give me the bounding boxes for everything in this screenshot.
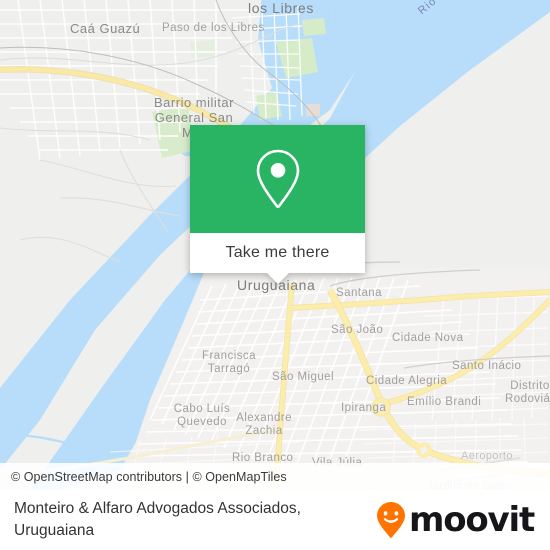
popup-cta-label: Take me there bbox=[225, 244, 330, 261]
map-attribution-text[interactable]: © OpenStreetMap contributors | © OpenMap… bbox=[11, 470, 287, 484]
moovit-pin-icon bbox=[376, 501, 406, 539]
map-canvas[interactable]: Caá Guazú Paso de los Libres los Libres … bbox=[0, 0, 550, 490]
map-pin-icon bbox=[254, 148, 302, 210]
moovit-logo[interactable]: moovit bbox=[376, 500, 535, 540]
footer-bar: Monteiro & Alfaro Advogados Associados, … bbox=[0, 490, 550, 550]
popup-cta-bar[interactable]: Take me there bbox=[190, 233, 365, 284]
popup-tail-pointer bbox=[266, 273, 289, 284]
place-title: Monteiro & Alfaro Advogados Associados, … bbox=[14, 500, 301, 539]
map-screenshot-root: Caá Guazú Paso de los Libres los Libres … bbox=[0, 0, 550, 550]
moovit-wordmark: moovit bbox=[408, 500, 535, 540]
map-attribution-bar: © OpenStreetMap contributors | © OpenMap… bbox=[0, 463, 550, 490]
location-popup[interactable]: Take me there bbox=[190, 125, 365, 284]
popup-image-panel bbox=[190, 125, 365, 233]
